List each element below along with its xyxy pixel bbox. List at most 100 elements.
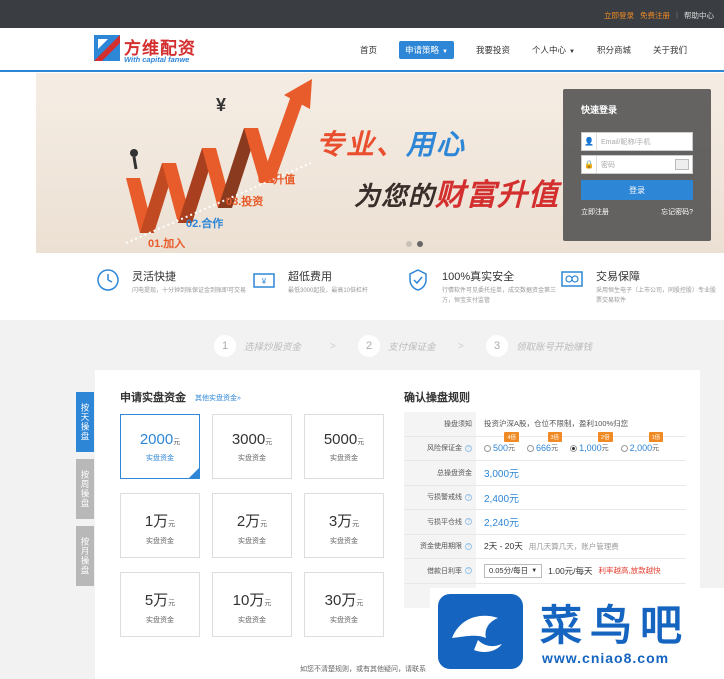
other-amount-link[interactable]: 其他实盘资金» (195, 393, 241, 403)
carousel-dot-active[interactable] (417, 241, 423, 247)
process-steps: 1 选择炒股资金 > 2 支付保证金 > 3 领取账号开始赚钱 (0, 320, 724, 370)
margin-unit: 元 (652, 445, 660, 453)
clock-icon (97, 269, 119, 291)
step-label: 领取账号开始赚钱 (516, 342, 593, 353)
carousel-dot[interactable] (406, 241, 412, 247)
banner-step-3: 03.投资 (226, 196, 264, 208)
tab-weekly[interactable]: 按周操盘 (76, 459, 94, 519)
step-number: 1 (214, 335, 236, 357)
svg-text:¥: ¥ (261, 277, 267, 286)
nav-about[interactable]: 关于我们 (653, 44, 687, 56)
help-note: 如您不清楚规则，或有其他疑问，请联系 (300, 666, 426, 673)
rule-value: 0.05分/每日 ▼ 1.00元/每天 利率越高,放款越快 (476, 563, 661, 578)
step-label: 选择炒股资金 (244, 342, 302, 353)
rule-key-label: 借款日利率 (427, 567, 462, 575)
site-header: 方维配资 With capital fanwe 首页 申请策略 ▼ 我要投资 个人… (0, 28, 724, 72)
rule-key: 亏损警戒线? (404, 485, 476, 509)
chevron-down-icon: ▼ (531, 567, 538, 574)
feature-item: 灵活快捷 闪电提现，十分钟到账保证金到账即可交易 (96, 266, 246, 312)
top-links: 立即登录 免费注册 | 帮助中心 (604, 10, 714, 21)
site-logo[interactable]: 方维配资 With capital fanwe (94, 33, 204, 67)
amount-value: 3万 (328, 513, 353, 530)
register-link[interactable]: 立即注册 (581, 207, 609, 217)
help-icon[interactable]: ? (465, 542, 472, 550)
top-register-link[interactable]: 免费注册 (640, 10, 670, 21)
rule-key: 风险保证金? (404, 436, 476, 460)
shield-check-icon (409, 269, 427, 291)
amount-unit: 元 (173, 439, 181, 446)
amount-value: 1万 (144, 513, 169, 530)
rule-row: 亏损平仓线? 2,240元 (404, 510, 686, 535)
amount-option[interactable]: 1万元 实盘资金 (120, 493, 200, 558)
amount-label: 实盘资金 (238, 617, 266, 624)
amount-label: 实盘资金 (238, 455, 266, 462)
help-center-link[interactable]: 帮助中心 (684, 10, 714, 21)
selected-check-icon (189, 468, 199, 478)
margin-radio[interactable]: 500 元 4倍 (484, 432, 520, 453)
margin-radio[interactable]: 2,000 元 1倍 (620, 432, 664, 454)
login-button[interactable]: 登录 (581, 180, 693, 200)
nav-apply-strategy[interactable]: 申请策略 ▼ (399, 41, 454, 59)
radio-dot (620, 444, 628, 452)
logo-mark-icon (94, 35, 120, 61)
amount-unit: 元 (168, 600, 176, 607)
process-step: 1 选择炒股资金 (214, 335, 301, 357)
margin-unit: 元 (601, 445, 609, 453)
username-field[interactable]: 👤 Email/昵称/手机 (581, 132, 693, 151)
banner-slogan-top: 专业、用心 (316, 123, 466, 163)
nav-invest[interactable]: 我要投资 (476, 44, 510, 56)
rule-key-label: 亏损警戒线 (427, 494, 462, 502)
nav-points-mall[interactable]: 积分商城 (597, 44, 631, 56)
amount-option[interactable]: 3万元 实盘资金 (304, 493, 384, 558)
amount-value: 5万 (144, 592, 169, 609)
chevron-down-icon: ▼ (569, 49, 575, 55)
leverage-badge: 2倍 (598, 432, 613, 443)
rule-row: 资金使用期限? 2天 - 20天 用几天算几天，账户管理费 (404, 534, 686, 559)
help-icon[interactable]: ? (465, 567, 472, 575)
chevron-right-icon: > (330, 341, 336, 352)
rule-row: 操盘须知 投资沪深A股，仓位不限制，盈利100%归您 (404, 412, 686, 437)
top-login-link[interactable]: 立即登录 (604, 10, 634, 21)
feature-item: 交易保障 采用恒生电子（上市公司，同股控股）专业股票交易软件 (560, 266, 716, 312)
help-icon[interactable]: ? (465, 493, 472, 501)
amount-label: 实盘资金 (146, 617, 174, 624)
help-icon[interactable]: ? (465, 444, 472, 452)
amount-option[interactable]: 2万元 实盘资金 (212, 493, 292, 558)
watermark-url: www.cniao8.com (542, 650, 670, 666)
feature-title: 灵活快捷 (132, 271, 176, 283)
banner-step-4: 04.升值 (258, 174, 296, 186)
nav-user-center[interactable]: 个人中心 ▼ (532, 44, 575, 56)
rate-value: 1.00元/每天 (548, 565, 593, 576)
margin-value: 666 (536, 443, 552, 454)
login-title: 快速登录 (581, 105, 618, 115)
rate-select[interactable]: 0.05分/每日 ▼ (484, 563, 543, 578)
leverage-badge: 4倍 (504, 432, 520, 443)
password-field[interactable]: 🔒 密码 (581, 155, 693, 174)
banner-step-1: 01.加入 (148, 238, 186, 250)
forgot-password-link[interactable]: 忘记密码? (661, 207, 693, 217)
features-row: 灵活快捷 闪电提现，十分钟到账保证金到账即可交易 ¥ 超低费用 最低3000起投… (0, 254, 724, 320)
rule-row: 亏损警戒线? 2,400元 (404, 485, 686, 510)
help-icon[interactable]: ? (465, 518, 472, 526)
margin-radio-selected[interactable]: 1,000 元 2倍 (570, 432, 613, 453)
tab-daily[interactable]: 按天操盘 (76, 392, 94, 452)
keyboard-icon[interactable] (675, 159, 689, 170)
amount-option[interactable]: 30万元 实盘资金 (304, 572, 384, 637)
rule-key-label: 亏损平仓线 (427, 518, 462, 526)
margin-radio[interactable]: 666 元 3倍 (527, 432, 563, 454)
amount-option[interactable]: 5万元 实盘资金 (120, 572, 200, 637)
amount-option[interactable]: 2000元 实盘资金 (120, 414, 200, 479)
amount-option[interactable]: 3000元 实盘资金 (212, 414, 292, 479)
amount-label: 实盘资金 (330, 455, 358, 462)
nav-home[interactable]: 首页 (360, 44, 377, 56)
feature-title: 超低费用 (288, 271, 332, 283)
amount-option[interactable]: 10万元 实盘资金 (212, 572, 292, 637)
amount-unit: 元 (357, 439, 365, 446)
amount-option[interactable]: 5000元 实盘资金 (304, 414, 384, 479)
rule-row: 总操盘资金 3,000元 (404, 461, 686, 486)
amount-value: 30万 (324, 592, 357, 609)
tab-monthly[interactable]: 按月操盘 (76, 526, 94, 586)
nav-user-label: 个人中心 (532, 45, 567, 55)
margin-value: 2,000 (629, 443, 653, 454)
lock-icon: 🔒 (582, 156, 597, 173)
